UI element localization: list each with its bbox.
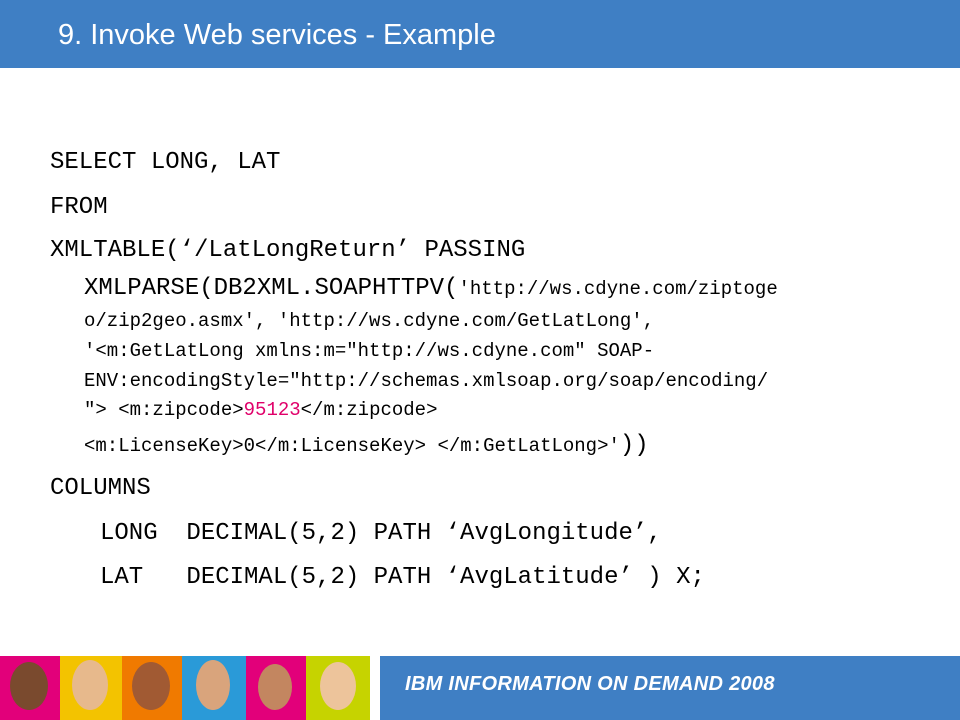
code-line: '<m:GetLatLong xmlns:m="http://ws.cdyne.…: [84, 340, 655, 362]
person-photo: [182, 656, 246, 720]
code-line: <m:LicenseKey>0</m:LicenseKey> </m:GetLa…: [84, 432, 649, 459]
zipcode-value: 95123: [243, 399, 301, 421]
code-line: FROM: [50, 194, 108, 221]
person-photo: [60, 656, 122, 720]
person-photo: [306, 656, 370, 720]
person-photo: [0, 656, 60, 720]
code-line: COLUMNS: [50, 475, 151, 502]
code-fragment: 'http://ws.cdyne.com/ziptoge: [458, 278, 778, 300]
code-line: SELECT LONG, LAT: [50, 149, 281, 176]
code-fragment: <m:LicenseKey>0</m:LicenseKey> </m:GetLa…: [84, 435, 620, 457]
title-bar: 9. Invoke Web services - Example: [0, 0, 960, 68]
person-photo: [246, 656, 306, 720]
code-fragment: XMLPARSE(DB2XML.SOAPHTTPV(: [84, 275, 459, 302]
slide-title: 9. Invoke Web services - Example: [58, 19, 496, 51]
sql-code-block: SELECT LONG, LAT FROM XMLTABLE(‘/LatLong…: [50, 0, 778, 591]
code-line: XMLTABLE(‘/LatLongReturn’ PASSING: [50, 237, 526, 264]
code-line: ENV:encodingStyle="http://schemas.xmlsoa…: [84, 370, 769, 392]
brand-logo-text: IBM INFORMATION ON DEMAND 2008: [405, 673, 775, 695]
person-photo: [122, 656, 182, 720]
code-line: LONG DECIMAL(5,2) PATH ‘AvgLongitude’,: [100, 520, 662, 547]
code-line: "> <m:zipcode>95123</m:zipcode>: [84, 399, 437, 421]
code-line: XMLPARSE(DB2XML.SOAPHTTPV('http://ws.cdy…: [84, 275, 778, 302]
code-line: o/zip2geo.asmx', 'http://ws.cdyne.com/Ge…: [84, 310, 655, 332]
code-fragment: "> <m:zipcode>: [84, 399, 244, 421]
footer-banner: IBM INFORMATION ON DEMAND 2008: [0, 656, 960, 720]
photo-strip: [0, 656, 410, 720]
code-fragment: </m:zipcode>: [300, 399, 438, 421]
code-fragment: )): [619, 432, 649, 459]
code-line: LAT DECIMAL(5,2) PATH ‘AvgLatitude’ ) X;: [100, 564, 705, 591]
